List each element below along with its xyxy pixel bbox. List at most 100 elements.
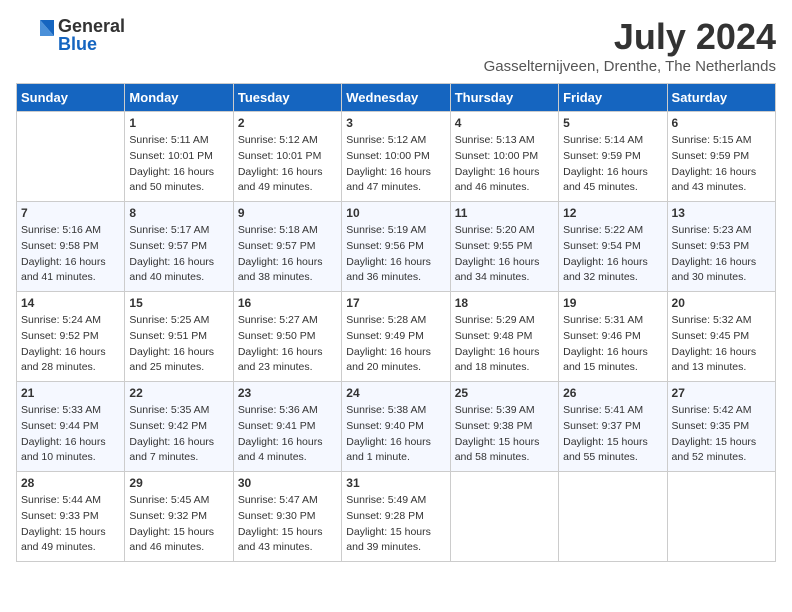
- header-cell-friday: Friday: [559, 84, 667, 112]
- header-cell-tuesday: Tuesday: [233, 84, 341, 112]
- day-cell: 21 Sunrise: 5:33 AM Sunset: 9:44 PM Dayli…: [17, 382, 125, 472]
- day-number: 25: [455, 386, 554, 400]
- day-cell: 26Sunrise: 5:41 AM Sunset: 9:37 PM Dayli…: [559, 382, 667, 472]
- day-info: Sunrise: 5:32 AM Sunset: 9:45 PM Dayligh…: [672, 313, 771, 376]
- day-cell: 14 Sunrise: 5:24 AM Sunset: 9:52 PM Dayli…: [17, 292, 125, 382]
- day-info: Sunrise: 5:39 AM Sunset: 9:38 PM Dayligh…: [455, 403, 554, 466]
- day-number: 30: [238, 476, 337, 490]
- day-number: 5: [563, 116, 662, 130]
- day-info: Sunrise: 5:31 AM Sunset: 9:46 PM Dayligh…: [563, 313, 662, 376]
- day-cell: 8Sunrise: 5:17 AM Sunset: 9:57 PM Daylig…: [125, 202, 233, 292]
- logo-icon: [16, 16, 54, 54]
- logo: General Blue: [16, 16, 125, 54]
- day-number: 21: [21, 386, 120, 400]
- logo-blue: Blue: [58, 35, 125, 53]
- day-number: 8: [129, 206, 228, 220]
- day-cell: 22 Sunrise: 5:35 AM Sunset: 9:42 PM Dayli…: [125, 382, 233, 472]
- day-number: 23: [238, 386, 337, 400]
- day-cell: 24 Sunrise: 5:38 AM Sunset: 9:40 PM Dayli…: [342, 382, 450, 472]
- day-number: 13: [672, 206, 771, 220]
- day-info: Sunrise: 5:24 AM Sunset: 9:52 PM Dayligh…: [21, 313, 120, 376]
- day-info: Sunrise: 5:44 AM Sunset: 9:33 PM Dayligh…: [21, 493, 120, 556]
- day-info: Sunrise: 5:27 AM Sunset: 9:50 PM Dayligh…: [238, 313, 337, 376]
- day-cell: 9 Sunrise: 5:18 AM Sunset: 9:57 PM Daylig…: [233, 202, 341, 292]
- day-cell: 12 Sunrise: 5:22 AM Sunset: 9:54 PM Dayli…: [559, 202, 667, 292]
- day-cell: 7 Sunrise: 5:16 AM Sunset: 9:58 PM Daylig…: [17, 202, 125, 292]
- calendar-table: SundayMondayTuesdayWednesdayThursdayFrid…: [16, 83, 776, 562]
- day-cell: 6 Sunrise: 5:15 AM Sunset: 9:59 PM Daylig…: [667, 112, 775, 202]
- header-cell-saturday: Saturday: [667, 84, 775, 112]
- day-info: Sunrise: 5:28 AM Sunset: 9:49 PM Dayligh…: [346, 313, 445, 376]
- day-info: Sunrise: 5:20 AM Sunset: 9:55 PM Dayligh…: [455, 223, 554, 286]
- day-info: Sunrise: 5:23 AM Sunset: 9:53 PM Dayligh…: [672, 223, 771, 286]
- day-info: Sunrise: 5:12 AM Sunset: 10:00 PM Daylig…: [346, 133, 445, 196]
- day-number: 10: [346, 206, 445, 220]
- day-cell: 19 Sunrise: 5:31 AM Sunset: 9:46 PM Dayli…: [559, 292, 667, 382]
- day-number: 15: [129, 296, 228, 310]
- week-row-1: 1Sunrise: 5:11 AM Sunset: 10:01 PM Dayli…: [17, 112, 776, 202]
- day-cell: 25 Sunrise: 5:39 AM Sunset: 9:38 PM Dayli…: [450, 382, 558, 472]
- day-info: Sunrise: 5:14 AM Sunset: 9:59 PM Dayligh…: [563, 133, 662, 196]
- day-info: Sunrise: 5:12 AM Sunset: 10:01 PM Daylig…: [238, 133, 337, 196]
- week-row-5: 28 Sunrise: 5:44 AM Sunset: 9:33 PM Dayli…: [17, 472, 776, 562]
- day-info: Sunrise: 5:33 AM Sunset: 9:44 PM Dayligh…: [21, 403, 120, 466]
- header-cell-thursday: Thursday: [450, 84, 558, 112]
- week-row-3: 14 Sunrise: 5:24 AM Sunset: 9:52 PM Dayli…: [17, 292, 776, 382]
- day-cell: 13 Sunrise: 5:23 AM Sunset: 9:53 PM Dayli…: [667, 202, 775, 292]
- day-number: 18: [455, 296, 554, 310]
- day-info: Sunrise: 5:45 AM Sunset: 9:32 PM Dayligh…: [129, 493, 228, 556]
- day-cell: 10Sunrise: 5:19 AM Sunset: 9:56 PM Dayli…: [342, 202, 450, 292]
- day-cell: 4Sunrise: 5:13 AM Sunset: 10:00 PM Dayli…: [450, 112, 558, 202]
- day-cell: 23 Sunrise: 5:36 AM Sunset: 9:41 PM Dayli…: [233, 382, 341, 472]
- day-cell: 16 Sunrise: 5:27 AM Sunset: 9:50 PM Dayli…: [233, 292, 341, 382]
- day-info: Sunrise: 5:29 AM Sunset: 9:48 PM Dayligh…: [455, 313, 554, 376]
- day-number: 9: [238, 206, 337, 220]
- day-cell: 28 Sunrise: 5:44 AM Sunset: 9:33 PM Dayli…: [17, 472, 125, 562]
- day-cell: 31 Sunrise: 5:49 AM Sunset: 9:28 PM Dayli…: [342, 472, 450, 562]
- day-cell: 1Sunrise: 5:11 AM Sunset: 10:01 PM Dayli…: [125, 112, 233, 202]
- day-info: Sunrise: 5:49 AM Sunset: 9:28 PM Dayligh…: [346, 493, 445, 556]
- day-info: Sunrise: 5:47 AM Sunset: 9:30 PM Dayligh…: [238, 493, 337, 556]
- day-cell: 15 Sunrise: 5:25 AM Sunset: 9:51 PM Dayli…: [125, 292, 233, 382]
- day-info: Sunrise: 5:22 AM Sunset: 9:54 PM Dayligh…: [563, 223, 662, 286]
- day-number: 3: [346, 116, 445, 130]
- day-number: 1: [129, 116, 228, 130]
- day-cell: 5 Sunrise: 5:14 AM Sunset: 9:59 PM Daylig…: [559, 112, 667, 202]
- title-area: July 2024 Gasselternijveen, Drenthe, The…: [484, 16, 776, 75]
- day-number: 28: [21, 476, 120, 490]
- week-row-2: 7 Sunrise: 5:16 AM Sunset: 9:58 PM Daylig…: [17, 202, 776, 292]
- logo-text: General Blue: [58, 17, 125, 53]
- month-title: July 2024: [484, 16, 776, 58]
- day-number: 7: [21, 206, 120, 220]
- day-number: 14: [21, 296, 120, 310]
- day-info: Sunrise: 5:35 AM Sunset: 9:42 PM Dayligh…: [129, 403, 228, 466]
- day-number: 16: [238, 296, 337, 310]
- day-number: 6: [672, 116, 771, 130]
- page-header: General Blue July 2024 Gasselternijveen,…: [16, 16, 776, 75]
- day-number: 12: [563, 206, 662, 220]
- day-info: Sunrise: 5:15 AM Sunset: 9:59 PM Dayligh…: [672, 133, 771, 196]
- day-info: Sunrise: 5:16 AM Sunset: 9:58 PM Dayligh…: [21, 223, 120, 286]
- day-number: 27: [672, 386, 771, 400]
- calendar-header: SundayMondayTuesdayWednesdayThursdayFrid…: [17, 84, 776, 112]
- day-cell: [559, 472, 667, 562]
- day-cell: 30 Sunrise: 5:47 AM Sunset: 9:30 PM Dayli…: [233, 472, 341, 562]
- day-info: Sunrise: 5:36 AM Sunset: 9:41 PM Dayligh…: [238, 403, 337, 466]
- day-number: 19: [563, 296, 662, 310]
- day-info: Sunrise: 5:18 AM Sunset: 9:57 PM Dayligh…: [238, 223, 337, 286]
- calendar-body: 1Sunrise: 5:11 AM Sunset: 10:01 PM Dayli…: [17, 112, 776, 562]
- day-cell: [450, 472, 558, 562]
- day-number: 29: [129, 476, 228, 490]
- day-number: 11: [455, 206, 554, 220]
- day-cell: 11 Sunrise: 5:20 AM Sunset: 9:55 PM Dayli…: [450, 202, 558, 292]
- day-info: Sunrise: 5:25 AM Sunset: 9:51 PM Dayligh…: [129, 313, 228, 376]
- day-info: Sunrise: 5:38 AM Sunset: 9:40 PM Dayligh…: [346, 403, 445, 466]
- day-cell: 18 Sunrise: 5:29 AM Sunset: 9:48 PM Dayli…: [450, 292, 558, 382]
- day-number: 24: [346, 386, 445, 400]
- day-number: 31: [346, 476, 445, 490]
- day-number: 22: [129, 386, 228, 400]
- header-cell-wednesday: Wednesday: [342, 84, 450, 112]
- day-number: 20: [672, 296, 771, 310]
- header-cell-monday: Monday: [125, 84, 233, 112]
- day-cell: 17Sunrise: 5:28 AM Sunset: 9:49 PM Dayli…: [342, 292, 450, 382]
